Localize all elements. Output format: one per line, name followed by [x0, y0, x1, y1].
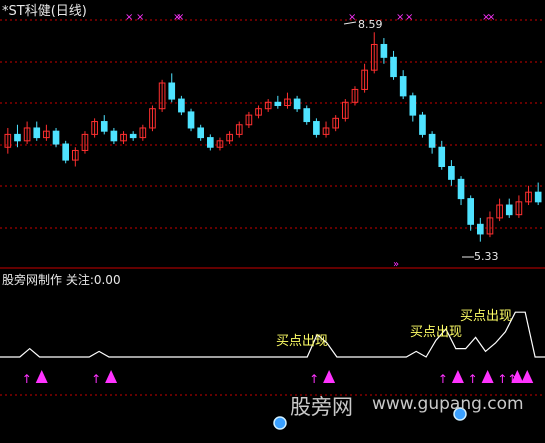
x-marker-icon: ×	[405, 12, 413, 23]
up-arrow-icon: ↑	[22, 372, 32, 386]
buy-signal-label-2: 买点出现	[410, 325, 463, 340]
x-marker-icon: ×	[136, 12, 144, 23]
triangle-icon	[105, 370, 118, 383]
candle-body	[110, 130, 118, 142]
candle-body	[303, 108, 311, 123]
candle-body	[14, 133, 21, 142]
candle-body	[438, 146, 446, 168]
candle-body	[467, 198, 475, 225]
candle-body	[100, 121, 108, 132]
up-arrow-icon: ↑	[91, 372, 101, 386]
candle-body	[399, 76, 407, 97]
candle-body	[428, 133, 436, 148]
candle-body	[457, 178, 465, 200]
triangle-icon	[323, 370, 336, 383]
kline-chart: × × ×× × × × ××»↑ ↑ ↑ ↑ ↑ ↑ ↑	[0, 12, 545, 430]
stock-title: *ST科健(日线)	[2, 4, 87, 19]
buy-signal-label-1: 买点出现	[276, 334, 329, 349]
up-arrow-icon: ↑	[497, 372, 507, 386]
buy-signal-label-3: 买点出现	[460, 309, 513, 324]
x-marker-icon: ×	[396, 12, 404, 23]
candle-body	[129, 133, 137, 139]
candle-body	[168, 82, 176, 100]
x-marker-icon: ×	[487, 12, 495, 23]
triangle-icon	[521, 370, 534, 383]
candle-body	[207, 137, 214, 148]
candle-body	[62, 143, 70, 161]
candle-body	[33, 127, 41, 139]
blue-orb-icon	[273, 416, 287, 430]
candle-body	[178, 98, 185, 113]
candle-body	[477, 223, 484, 235]
up-arrow-icon: ↑	[438, 372, 448, 386]
watermark-url: www.gupang.com	[372, 394, 524, 414]
x-marker-icon: ×	[125, 12, 133, 23]
candle-body	[534, 191, 542, 203]
candle-body	[380, 43, 388, 58]
candle-body	[390, 56, 397, 78]
high-price-label: 8.59	[358, 18, 383, 31]
indicator-label: 股旁网制作 关注:0.00	[2, 273, 121, 287]
candle-body	[448, 166, 455, 180]
chart-window: { "title": "*ST科健(日线)", "price_high_labe…	[0, 0, 545, 443]
candle-body	[187, 111, 195, 129]
candle-body	[419, 114, 426, 135]
candle-body	[313, 121, 320, 135]
low-price-label: 5.33	[474, 250, 499, 263]
triangle-icon	[451, 370, 464, 383]
candle-body	[293, 98, 301, 110]
up-arrow-icon: ↑	[468, 372, 478, 386]
up-arrow-icon: ↑	[309, 372, 319, 386]
candle-body	[197, 127, 205, 139]
triangle-icon	[481, 370, 494, 383]
up-arrow-icon: ↑	[507, 372, 517, 386]
candle-body	[52, 130, 60, 145]
candle-body	[505, 204, 513, 216]
x-marker-icon: ×	[176, 12, 184, 23]
double-chevron-icon: »	[393, 259, 399, 270]
triangle-icon	[35, 370, 48, 383]
candle-body	[409, 95, 417, 116]
watermark-text: 股旁网	[290, 395, 353, 419]
candle-body	[274, 101, 282, 106]
x-marker-icon: ×	[348, 12, 356, 23]
